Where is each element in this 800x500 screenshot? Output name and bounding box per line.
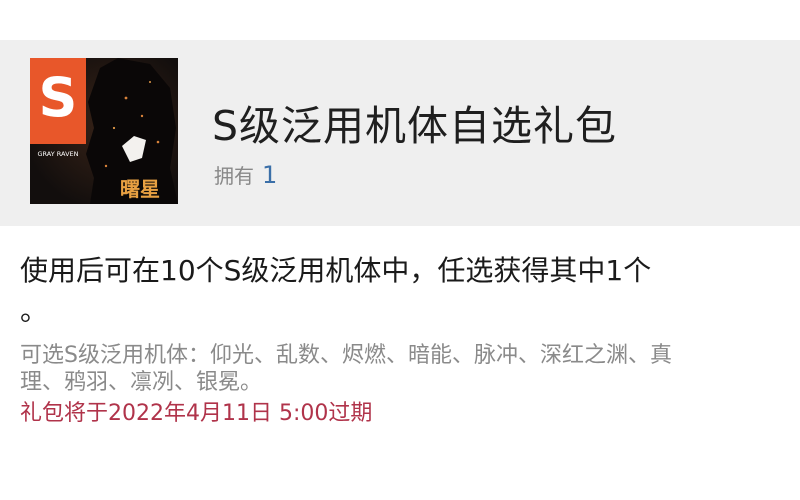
icon-logo-text: GRAY RAVEN: [38, 150, 79, 158]
selectable-options-text: 可选S级泛用机体：仰光、乱数、烬燃、暗能、脉冲、深红之渊、真理、鸦羽、凛冽、银冕…: [20, 343, 672, 395]
svg-text:S: S: [39, 66, 78, 129]
owned-label: 拥有: [214, 164, 254, 188]
owned-row: 拥有 1: [214, 160, 277, 189]
owned-count: 1: [262, 161, 278, 189]
item-title: S级泛用机体自选礼包: [212, 102, 618, 150]
expiration-notice: 礼包将于2022年4月11日 5:00过期: [20, 401, 373, 426]
item-description: 使用后可在10个S级泛用机体中，任选获得其中1个 。: [20, 248, 790, 334]
description-line-2: 。: [20, 294, 49, 327]
icon-corner-text: 曙星: [120, 177, 160, 201]
description-line-1: 使用后可在10个S级泛用机体中，任选获得其中1个: [20, 254, 652, 287]
gift-pack-icon: S GRAY RAVEN 曙星: [30, 58, 178, 204]
top-blank-strip: [0, 0, 800, 40]
